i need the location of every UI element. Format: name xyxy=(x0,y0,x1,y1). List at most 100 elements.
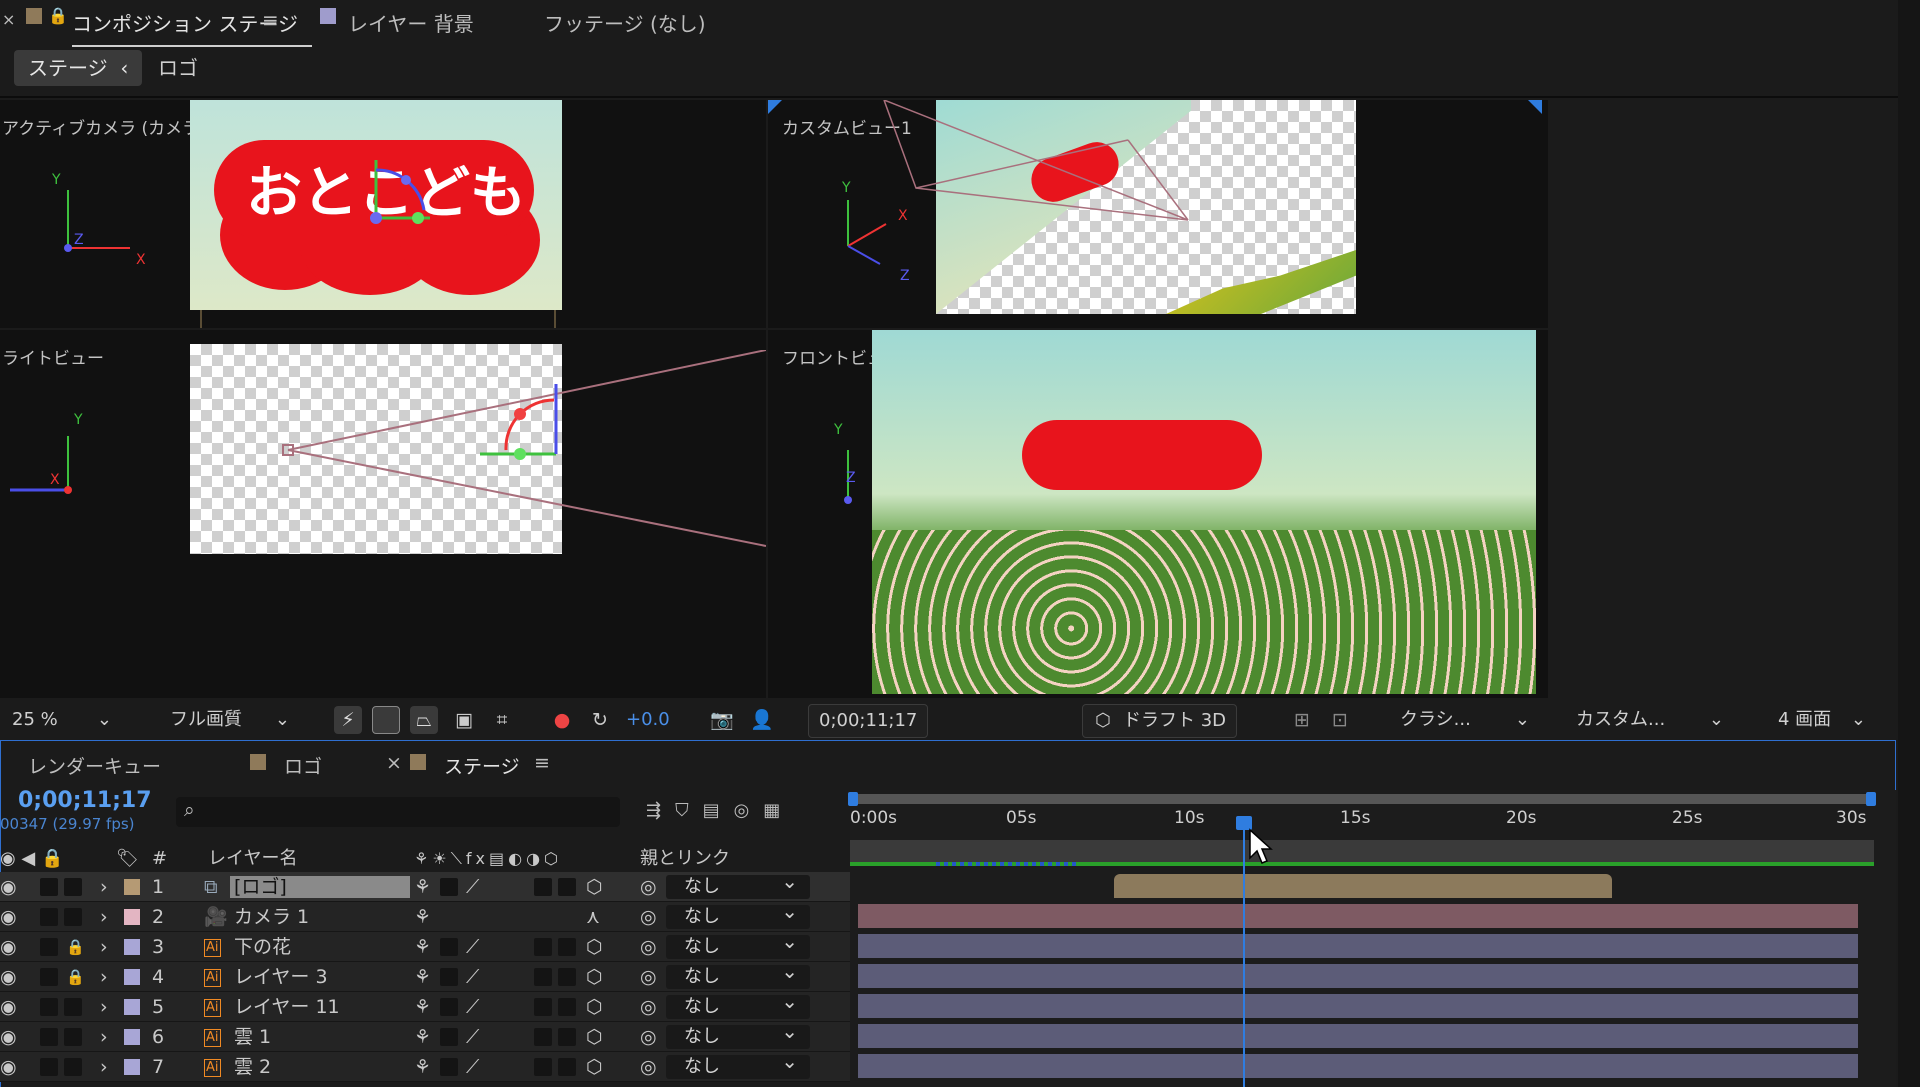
solo-toggle[interactable] xyxy=(40,968,58,986)
ground-plane-icon[interactable]: ⊞ xyxy=(1288,706,1316,734)
layer-row[interactable]: ◉ › 5 Ai レイヤー 11 ⚘ ⟋ ⬡ ◎ なし xyxy=(0,989,850,1022)
navigator-start-handle[interactable] xyxy=(848,792,858,806)
renderer-select[interactable]: クラシ... ⌄ xyxy=(1400,704,1530,736)
layer-bar-logo[interactable] xyxy=(1114,874,1612,898)
tab-stage[interactable]: ステージ xyxy=(444,752,520,779)
pickwhip-icon[interactable]: ◎ xyxy=(640,1026,657,1048)
layer-bar-cloud-2[interactable] xyxy=(858,1054,1858,1078)
resolution-select[interactable]: フル画質 ⌄ xyxy=(170,704,290,736)
solo-toggle[interactable] xyxy=(40,938,58,956)
switch-box[interactable] xyxy=(440,938,458,956)
solo-toggle[interactable] xyxy=(40,998,58,1016)
navigator-end-handle[interactable] xyxy=(1866,792,1876,806)
shy-switch-icon[interactable]: ⚘ xyxy=(414,936,431,958)
current-timecode[interactable]: 0;00;11;17 xyxy=(808,704,929,738)
switch-box[interactable] xyxy=(534,1058,552,1076)
switch-box[interactable] xyxy=(440,878,458,896)
shy-switch-icon[interactable]: ⚘ xyxy=(414,996,431,1018)
parent-select[interactable]: なし xyxy=(666,899,810,929)
lock-toggle[interactable] xyxy=(64,1058,82,1076)
extended-viewer-icon[interactable]: ⊡ xyxy=(1326,706,1354,734)
layer-bar-cloud-1[interactable] xyxy=(858,1024,1858,1048)
lock-toggle[interactable] xyxy=(64,1028,82,1046)
layer-bar-layer-3[interactable] xyxy=(858,964,1858,988)
lock-toggle[interactable] xyxy=(64,998,82,1016)
viewer-front-view[interactable]: フロントビュー Y Z xyxy=(768,330,1548,700)
viewer-right-view[interactable]: ライトビュー Y X xyxy=(0,330,766,700)
layer-name[interactable]: カメラ 1 xyxy=(234,906,309,928)
pickwhip-icon[interactable]: ◎ xyxy=(640,936,657,958)
visibility-eye-icon[interactable]: ◉ xyxy=(0,966,17,988)
shy-switch-icon[interactable]: ⚘ xyxy=(414,1056,431,1078)
switch-box[interactable] xyxy=(558,968,576,986)
show-snapshot-icon[interactable]: 👤 xyxy=(748,706,776,734)
view-layout-select[interactable]: 4 画面 ⌄ xyxy=(1778,704,1866,736)
switch-box[interactable] xyxy=(558,1058,576,1076)
switch-box[interactable] xyxy=(558,878,576,896)
expand-chevron-icon[interactable]: › xyxy=(100,1026,108,1048)
region-of-interest-icon[interactable]: ▣ xyxy=(450,706,478,734)
timeline-graph[interactable]: 0:00s 05s 10s 15s 20s 25s 30s xyxy=(848,790,1896,1087)
current-time-display[interactable]: 0;00;11;17 xyxy=(18,788,152,813)
layer-row[interactable]: ◉ › 2 🎥 カメラ 1 ⚘ ⋏ ◎ なし xyxy=(0,899,850,932)
tab-layer-background[interactable]: レイヤー 背景 xyxy=(348,8,474,37)
parent-select[interactable]: なし xyxy=(666,929,810,959)
mask-visibility-icon[interactable]: ⏢ xyxy=(410,706,438,734)
label-color[interactable] xyxy=(124,939,140,955)
label-color[interactable] xyxy=(124,969,140,985)
quality-switch-icon[interactable]: ⟋ xyxy=(466,936,479,958)
current-time-indicator[interactable] xyxy=(1243,820,1245,1087)
switch-box[interactable] xyxy=(534,1028,552,1046)
work-area-bar[interactable] xyxy=(850,840,1874,862)
switch-box[interactable] xyxy=(534,938,552,956)
3d-layer-icon[interactable]: ⬡ xyxy=(586,876,603,898)
layer-bar-lower-flowers[interactable] xyxy=(858,934,1858,958)
transparency-grid-icon[interactable] xyxy=(372,706,400,734)
parent-select[interactable]: なし xyxy=(666,1049,810,1079)
tab-render-queue[interactable]: レンダーキュー xyxy=(28,752,161,779)
viewer-custom-view[interactable]: カスタムビュー1 Y X Z xyxy=(768,100,1548,328)
switch-box[interactable] xyxy=(558,998,576,1016)
layer-name[interactable]: 雲 2 xyxy=(234,1056,271,1078)
parent-select[interactable]: なし xyxy=(666,959,810,989)
layer-name[interactable]: レイヤー 11 xyxy=(234,996,340,1018)
label-color[interactable] xyxy=(124,879,140,895)
zoom-select[interactable]: 25 % ⌄ xyxy=(12,704,112,736)
pickwhip-icon[interactable]: ◎ xyxy=(640,1056,657,1078)
channels-icon[interactable]: ● xyxy=(548,706,576,734)
visibility-eye-icon[interactable]: ◉ xyxy=(0,906,17,928)
layer-name[interactable]: 雲 1 xyxy=(234,1026,271,1048)
3d-layer-icon[interactable]: ⬡ xyxy=(586,936,603,958)
visibility-eye-icon[interactable]: ◉ xyxy=(0,996,17,1018)
label-color[interactable] xyxy=(124,909,140,925)
draft-3d-toggle[interactable]: ⬡ ドラフト 3D xyxy=(1082,704,1238,738)
quality-switch-icon[interactable]: ⟋ xyxy=(466,966,479,988)
breadcrumb-logo[interactable]: ロゴ xyxy=(158,50,198,86)
parent-select[interactable]: なし xyxy=(666,869,810,899)
label-color[interactable] xyxy=(124,1059,140,1075)
pickwhip-icon[interactable]: ◎ xyxy=(640,996,657,1018)
pickwhip-icon[interactable]: ◎ xyxy=(640,966,657,988)
solo-toggle[interactable] xyxy=(40,1028,58,1046)
parent-select[interactable]: なし xyxy=(666,1019,810,1049)
3d-layer-icon[interactable]: ⬡ xyxy=(586,1056,603,1078)
layer-name[interactable]: レイヤー 3 xyxy=(234,966,328,988)
solo-toggle[interactable] xyxy=(40,878,58,896)
switch-box[interactable] xyxy=(534,878,552,896)
layer-row[interactable]: ◉ 🔒 › 3 Ai 下の花 ⚘ ⟋ ⬡ ◎ なし xyxy=(0,929,850,962)
layer-row[interactable]: ◉ › 1 ⧉ [ロゴ] ⚘ ⟋ ⬡ ◎ なし xyxy=(0,869,850,902)
switch-box[interactable] xyxy=(440,968,458,986)
breadcrumb-stage[interactable]: ステージ ‹ xyxy=(14,50,143,86)
switch-box[interactable] xyxy=(440,1058,458,1076)
shy-switch-icon[interactable]: ⚘ xyxy=(414,966,431,988)
expand-chevron-icon[interactable]: › xyxy=(100,876,108,898)
quality-switch-icon[interactable]: ⟋ xyxy=(466,1056,479,1078)
switch-box[interactable] xyxy=(558,938,576,956)
fast-preview-icon[interactable]: ⚡ xyxy=(334,706,362,734)
visibility-eye-icon[interactable]: ◉ xyxy=(0,876,17,898)
layer-bar-layer-11[interactable] xyxy=(858,994,1858,1018)
layer-name[interactable]: 下の花 xyxy=(234,936,291,958)
expand-chevron-icon[interactable]: › xyxy=(100,966,108,988)
visibility-eye-icon[interactable]: ◉ xyxy=(0,1026,17,1048)
layer-row[interactable]: ◉ 🔒 › 4 Ai レイヤー 3 ⚘ ⟋ ⬡ ◎ なし xyxy=(0,959,850,992)
